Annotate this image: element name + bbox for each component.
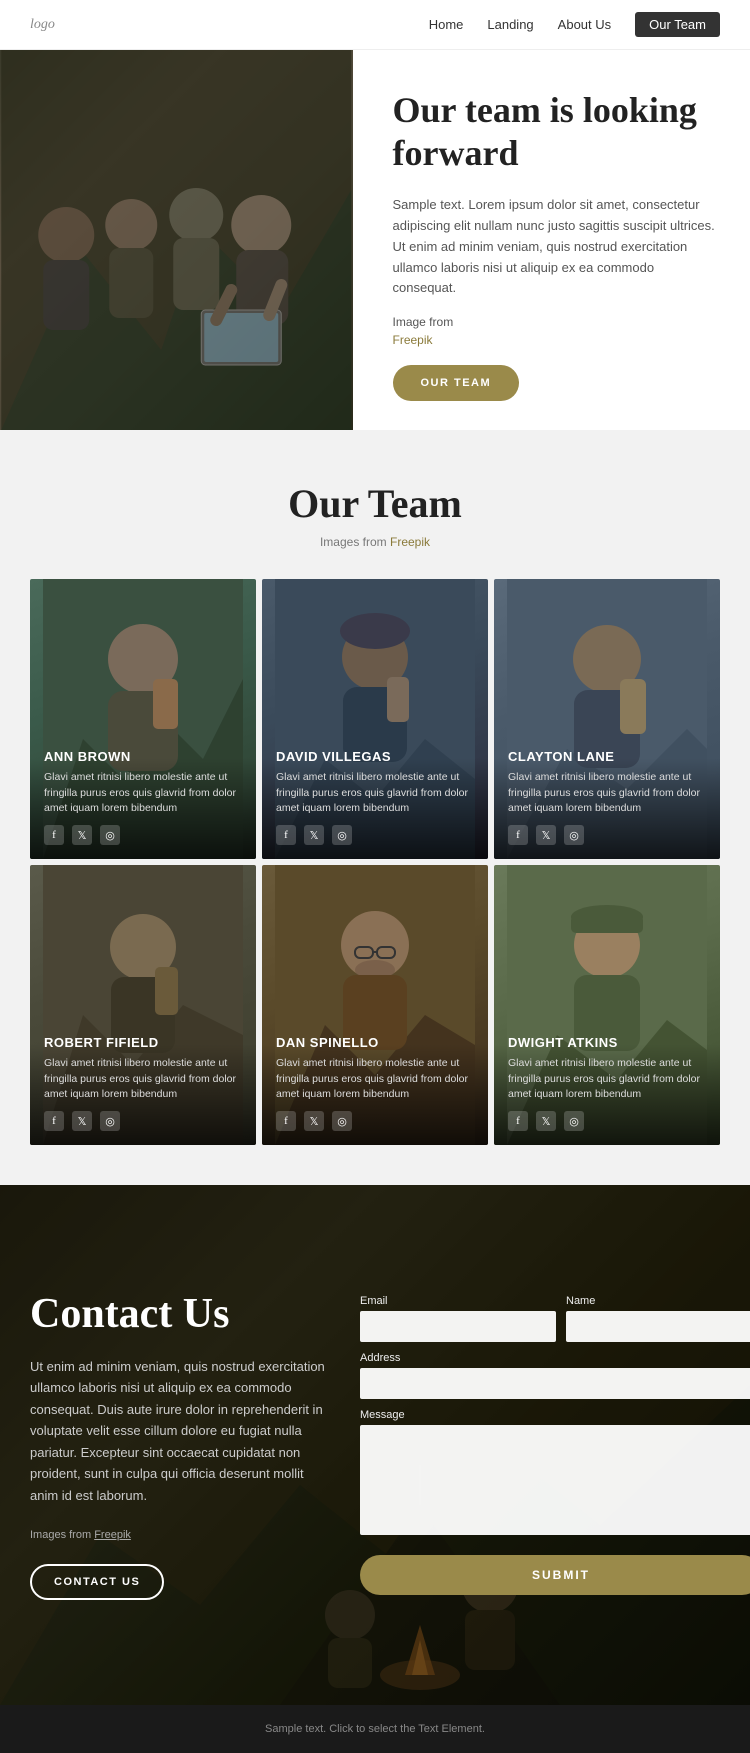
team-card-dwight: DWIGHT ATKINS Glavi amet ritnisi libero … — [494, 865, 720, 1145]
team-card-clayton: CLAYTON LANE Glavi amet ritnisi libero m… — [494, 579, 720, 859]
instagram-icon-5[interactable]: ◎ — [332, 1111, 352, 1131]
team-card-overlay-5: DAN SPINELLO Glavi amet ritnisi libero m… — [262, 1019, 488, 1145]
name-input[interactable] — [566, 1311, 750, 1342]
hero-button[interactable]: OUR TEAM — [393, 365, 520, 401]
team-social-3: f 𝕏 ◎ — [508, 825, 706, 845]
form-group-address: Address — [360, 1352, 750, 1399]
nav-about[interactable]: About Us — [558, 17, 611, 32]
team-card-ann: ANN BROWN Glavi amet ritnisi libero mole… — [30, 579, 256, 859]
hero-section: Our team is looking forward Sample text.… — [0, 50, 750, 430]
team-card-overlay-1: ANN BROWN Glavi amet ritnisi libero mole… — [30, 733, 256, 859]
contact-title: Contact Us — [30, 1290, 330, 1338]
team-card-dan: DAN SPINELLO Glavi amet ritnisi libero m… — [262, 865, 488, 1145]
team-card-overlay-3: CLAYTON LANE Glavi amet ritnisi libero m… — [494, 733, 720, 859]
team-card-robert: ROBERT FIFIELD Glavi amet ritnisi libero… — [30, 865, 256, 1145]
nav-our-team[interactable]: Our Team — [635, 12, 720, 37]
address-input[interactable] — [360, 1368, 750, 1399]
logo: logo — [30, 17, 55, 33]
address-label: Address — [360, 1352, 750, 1364]
team-member-name-3: CLAYTON LANE — [508, 749, 706, 764]
site-footer: Sample text. Click to select the Text El… — [0, 1705, 750, 1753]
form-row-message: Message — [360, 1409, 750, 1535]
facebook-icon-1[interactable]: f — [44, 825, 64, 845]
hero-description: Sample text. Lorem ipsum dolor sit amet,… — [393, 195, 721, 299]
contact-left: Contact Us Ut enim ad minim veniam, quis… — [30, 1290, 330, 1600]
form-group-email: Email — [360, 1295, 556, 1342]
team-card-overlay-4: ROBERT FIFIELD Glavi amet ritnisi libero… — [30, 1019, 256, 1145]
hero-content: Our team is looking forward Sample text.… — [353, 50, 750, 430]
team-member-name-6: DWIGHT ATKINS — [508, 1035, 706, 1050]
main-nav: Home Landing About Us Our Team — [429, 12, 720, 37]
footer-text: Sample text. Click to select the Text El… — [18, 1723, 732, 1735]
team-member-desc-5: Glavi amet ritnisi libero molestie ante … — [276, 1056, 474, 1103]
email-label: Email — [360, 1295, 556, 1307]
facebook-icon-5[interactable]: f — [276, 1111, 296, 1131]
instagram-icon-4[interactable]: ◎ — [100, 1111, 120, 1131]
team-social-6: f 𝕏 ◎ — [508, 1111, 706, 1131]
hero-image-credit: Image from Freepik — [393, 313, 721, 349]
submit-button[interactable]: SUBMIT — [360, 1555, 750, 1595]
team-member-desc-2: Glavi amet ritnisi libero molestie ante … — [276, 770, 474, 817]
hero-credit-link[interactable]: Freepik — [393, 333, 433, 347]
contact-credit-link[interactable]: Freepik — [94, 1529, 131, 1541]
team-member-desc-4: Glavi amet ritnisi libero molestie ante … — [44, 1056, 242, 1103]
team-member-desc-3: Glavi amet ritnisi libero molestie ante … — [508, 770, 706, 817]
twitter-icon-6[interactable]: 𝕏 — [536, 1111, 556, 1131]
team-member-name-5: DAN SPINELLO — [276, 1035, 474, 1050]
twitter-icon-2[interactable]: 𝕏 — [304, 825, 324, 845]
form-row-email-name: Email Name — [360, 1295, 750, 1342]
hero-image-placeholder — [0, 50, 353, 430]
team-social-4: f 𝕏 ◎ — [44, 1111, 242, 1131]
twitter-icon-3[interactable]: 𝕏 — [536, 825, 556, 845]
contact-form: Email Name Address Message SUBMIT — [360, 1295, 750, 1595]
facebook-icon-3[interactable]: f — [508, 825, 528, 845]
team-social-1: f 𝕏 ◎ — [44, 825, 242, 845]
instagram-icon-1[interactable]: ◎ — [100, 825, 120, 845]
form-group-message: Message — [360, 1409, 750, 1535]
form-group-name: Name — [566, 1295, 750, 1342]
team-member-desc-1: Glavi amet ritnisi libero molestie ante … — [44, 770, 242, 817]
email-input[interactable] — [360, 1311, 556, 1342]
twitter-icon-5[interactable]: 𝕏 — [304, 1111, 324, 1131]
site-header: logo Home Landing About Us Our Team — [0, 0, 750, 50]
name-label: Name — [566, 1295, 750, 1307]
instagram-icon-6[interactable]: ◎ — [564, 1111, 584, 1131]
team-credit: Images from Freepik — [30, 535, 720, 549]
instagram-icon-2[interactable]: ◎ — [332, 825, 352, 845]
team-member-name-1: ANN BROWN — [44, 749, 242, 764]
facebook-icon-4[interactable]: f — [44, 1111, 64, 1131]
message-textarea[interactable] — [360, 1425, 750, 1535]
message-label: Message — [360, 1409, 750, 1421]
contact-image-credit: Images from Freepik — [30, 1526, 330, 1544]
facebook-icon-2[interactable]: f — [276, 825, 296, 845]
contact-button[interactable]: CONTACT US — [30, 1564, 164, 1600]
team-social-5: f 𝕏 ◎ — [276, 1111, 474, 1131]
team-card-overlay-2: DAVID VILLEGAS Glavi amet ritnisi libero… — [262, 733, 488, 859]
nav-landing[interactable]: Landing — [487, 17, 533, 32]
team-grid: ANN BROWN Glavi amet ritnisi libero mole… — [30, 579, 720, 1145]
team-member-name-2: DAVID VILLEGAS — [276, 749, 474, 764]
team-card-overlay-6: DWIGHT ATKINS Glavi amet ritnisi libero … — [494, 1019, 720, 1145]
hero-credit-text: Image from Freepik — [393, 315, 454, 347]
team-section: Our Team Images from Freepik ANN BROWN G… — [0, 430, 750, 1185]
instagram-icon-3[interactable]: ◎ — [564, 825, 584, 845]
team-title: Our Team — [30, 480, 720, 527]
hero-image — [0, 50, 353, 430]
contact-section: Contact Us Ut enim ad minim veniam, quis… — [0, 1185, 750, 1705]
hero-title: Our team is looking forward — [393, 89, 721, 175]
facebook-icon-6[interactable]: f — [508, 1111, 528, 1131]
nav-home[interactable]: Home — [429, 17, 464, 32]
team-credit-link[interactable]: Freepik — [390, 535, 430, 549]
twitter-icon-1[interactable]: 𝕏 — [72, 825, 92, 845]
team-social-2: f 𝕏 ◎ — [276, 825, 474, 845]
team-card-david: DAVID VILLEGAS Glavi amet ritnisi libero… — [262, 579, 488, 859]
form-row-address: Address — [360, 1352, 750, 1399]
contact-description: Ut enim ad minim veniam, quis nostrud ex… — [30, 1356, 330, 1506]
team-member-name-4: ROBERT FIFIELD — [44, 1035, 242, 1050]
twitter-icon-4[interactable]: 𝕏 — [72, 1111, 92, 1131]
team-member-desc-6: Glavi amet ritnisi libero molestie ante … — [508, 1056, 706, 1103]
